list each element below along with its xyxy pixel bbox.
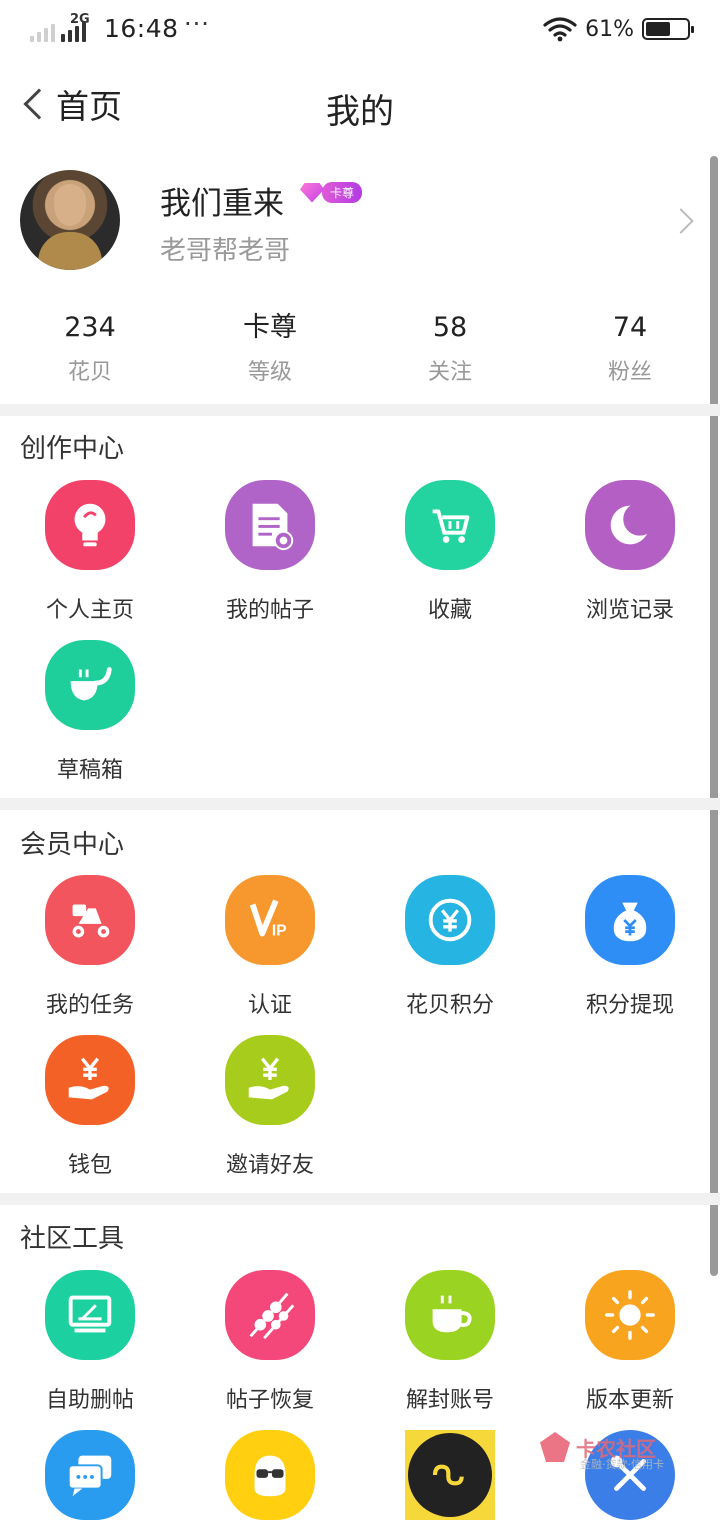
yen-hand-icon [225, 1035, 315, 1125]
avatar[interactable] [20, 170, 120, 270]
grid-item-label: 草稿箱 [56, 758, 123, 783]
grid-item-favorites[interactable]: 收藏 [360, 480, 540, 624]
level-badge-label: 卡尊 [322, 182, 363, 203]
user-signature: 老哥帮老哥 [160, 236, 291, 266]
stat-value: 234 [64, 312, 116, 343]
kanong-logo-icon [540, 1432, 570, 1462]
grid-item-label: 帖子恢复 [225, 1388, 314, 1413]
document-icon [225, 480, 315, 570]
nav-bar: 首页 我的 [0, 62, 720, 148]
grid-item-mini-program[interactable] [360, 1430, 540, 1520]
grid-item-label: 花贝积分 [405, 993, 494, 1018]
stat-following[interactable]: 58 关注 [360, 308, 540, 398]
stat-value: 74 [612, 312, 648, 343]
money-bag-icon [585, 875, 675, 965]
page-title: 我的 [326, 92, 394, 132]
chat-icon [45, 1430, 135, 1520]
status-bar: 2G 16:48 ··· 61% [0, 0, 720, 58]
monitor-icon [45, 1270, 135, 1360]
moon-icon [585, 480, 675, 570]
grid-item-history[interactable]: 浏览记录 [540, 480, 720, 624]
username: 我们重来 [160, 186, 284, 222]
signal-sim1-icon [30, 20, 55, 42]
scooter-icon [45, 875, 135, 965]
status-time: 16:48 [104, 14, 179, 43]
grid-item-label: 我的任务 [45, 993, 134, 1018]
grid-item-restore-post[interactable]: 帖子恢复 [180, 1270, 360, 1414]
vip-icon: IP [225, 875, 315, 965]
grid-item-label: 版本更新 [585, 1388, 674, 1413]
sunglasses-face-icon [225, 1430, 315, 1520]
section-divider [0, 404, 720, 416]
grid-item-chat[interactable] [0, 1430, 180, 1520]
wifi-icon [543, 17, 577, 42]
svg-text:IP: IP [272, 922, 287, 939]
section-divider [0, 798, 720, 810]
grid-item-self-delete-post[interactable]: 自助删帖 [0, 1270, 180, 1414]
more-notifications-icon: ··· [184, 10, 210, 38]
stats-row: 234 花贝 卡尊 等级 58 关注 74 粉丝 [0, 308, 720, 398]
site-watermark: 卡农社区 金融·贷款·信用卡 [540, 1432, 664, 1471]
network-type: 2G [70, 12, 90, 27]
diamond-icon [300, 182, 324, 203]
section-title-member: 会员中心 [20, 830, 125, 860]
grid-item-invite-friends[interactable]: 邀请好友 [180, 1035, 360, 1179]
yen-cycle-icon [405, 875, 495, 965]
grid-item-certification[interactable]: IP 认证 [180, 875, 360, 1019]
yen-hand-icon [45, 1035, 135, 1125]
battery-icon [642, 18, 694, 40]
mini-program-icon [405, 1430, 495, 1520]
stat-level[interactable]: 卡尊 等级 [180, 308, 360, 398]
grid-item-label: 积分提现 [585, 993, 674, 1018]
profile-card[interactable]: 我们重来 卡尊 老哥帮老哥 [0, 160, 708, 280]
grid-item-label: 钱包 [67, 1153, 112, 1178]
stat-label: 花贝 [67, 360, 112, 385]
level-badge: 卡尊 [300, 182, 363, 203]
pipe-icon [45, 640, 135, 730]
cart-icon [405, 480, 495, 570]
grid-item-personal-home[interactable]: 个人主页 [0, 480, 180, 624]
lightbulb-icon [45, 480, 135, 570]
grid-item-wallet[interactable]: 钱包 [0, 1035, 180, 1179]
section-divider [0, 1193, 720, 1205]
stat-label: 等级 [247, 360, 292, 385]
section-title-tools: 社区工具 [20, 1224, 125, 1254]
grid-item-huabei-points[interactable]: 花贝积分 [360, 875, 540, 1019]
grid-item-label: 浏览记录 [585, 598, 674, 623]
grid-item-version-update[interactable]: 版本更新 [540, 1270, 720, 1414]
section-title-creation: 创作中心 [20, 434, 125, 464]
stat-value: 58 [432, 312, 468, 343]
stat-label: 粉丝 [607, 360, 652, 385]
grid-item-label: 自助删帖 [45, 1388, 134, 1413]
stat-followers[interactable]: 74 粉丝 [540, 308, 720, 398]
grid-item-drafts[interactable]: 草稿箱 [0, 640, 180, 784]
battery-percent: 61% [585, 16, 634, 42]
grid-item-face-tool[interactable] [180, 1430, 360, 1520]
watermark-subtext: 金融·贷款·信用卡 [580, 1458, 664, 1471]
skewer-icon [225, 1270, 315, 1360]
grid-item-label: 邀请好友 [225, 1153, 314, 1178]
grid-item-my-tasks[interactable]: 我的任务 [0, 875, 180, 1019]
chevron-right-icon [668, 208, 694, 234]
grid-item-unban-account[interactable]: 解封账号 [360, 1270, 540, 1414]
grid-item-label: 收藏 [427, 598, 472, 623]
stat-label: 关注 [427, 360, 472, 385]
grid-item-my-posts[interactable]: 我的帖子 [180, 480, 360, 624]
grid-item-label: 个人主页 [45, 598, 134, 623]
grid-item-label: 解封账号 [405, 1388, 494, 1413]
sun-icon [585, 1270, 675, 1360]
grid-item-label: 我的帖子 [225, 598, 314, 623]
grid-item-withdraw-points[interactable]: 积分提现 [540, 875, 720, 1019]
grid-item-label: 认证 [247, 993, 292, 1018]
coffee-cup-icon [405, 1270, 495, 1360]
stat-value: 卡尊 [243, 312, 297, 343]
stat-huabei[interactable]: 234 花贝 [0, 308, 180, 398]
